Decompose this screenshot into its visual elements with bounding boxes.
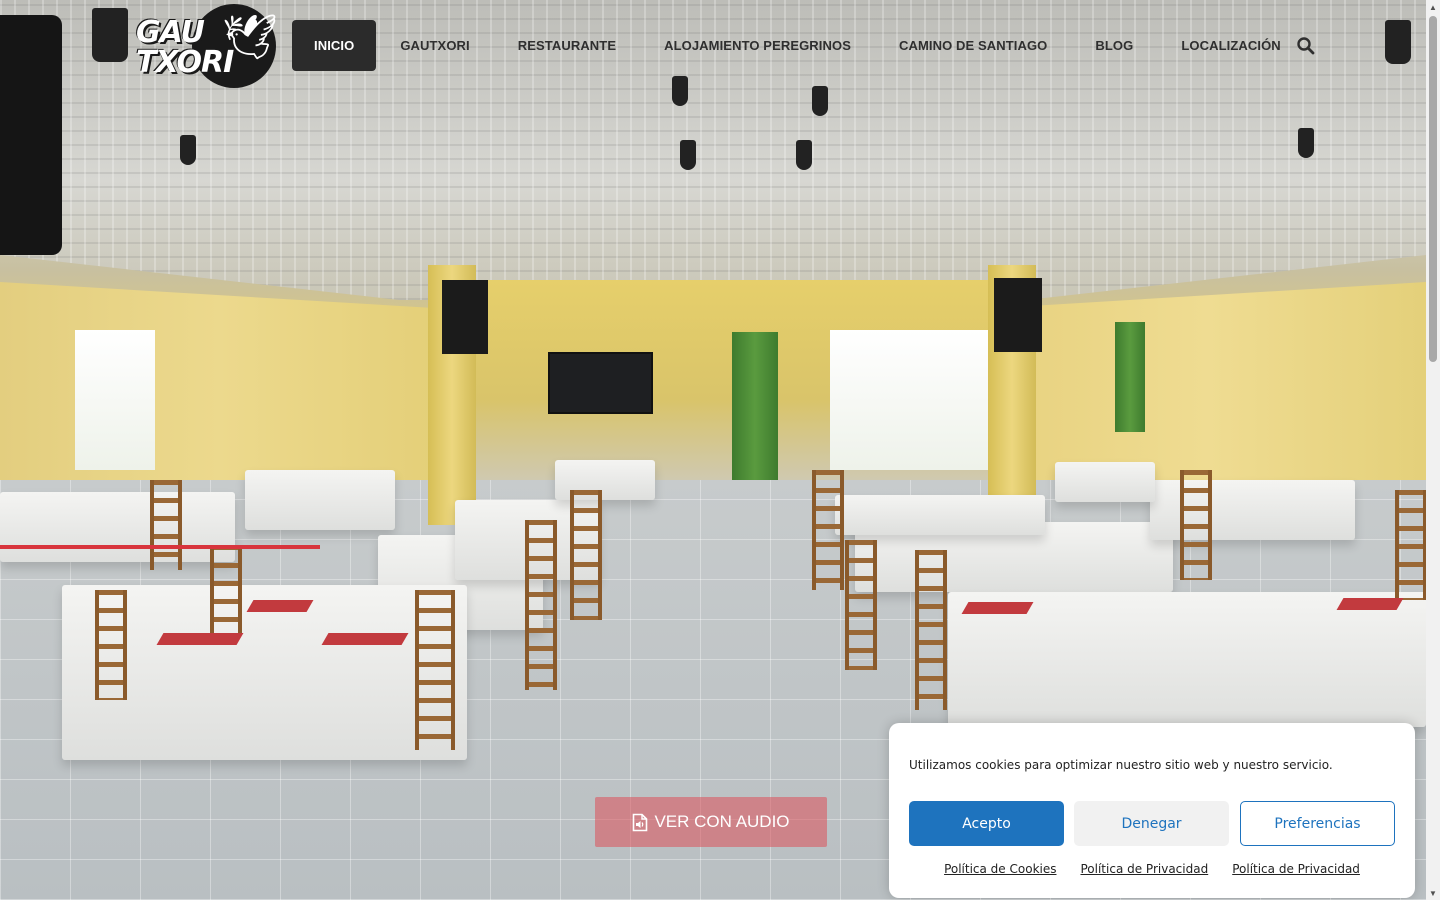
dining-table	[835, 495, 1045, 535]
scroll-down-arrow-icon[interactable]: ▼	[1426, 886, 1440, 900]
chair	[845, 540, 877, 670]
chair	[210, 545, 242, 635]
nav-item-camino-de-santiago[interactable]: CAMINO DE SANTIAGO	[875, 20, 1071, 71]
chair	[525, 520, 557, 690]
nav-item-restaurante[interactable]: RESTAURANTE	[494, 20, 640, 71]
cookie-policy-links: Política de Cookies Política de Privacid…	[889, 862, 1415, 876]
curtain	[732, 332, 778, 480]
window	[75, 330, 155, 470]
logo-text: GAU TXORI	[136, 18, 256, 78]
scroll-up-arrow-icon[interactable]: ▲	[1426, 0, 1440, 14]
cookie-policy-link[interactable]: Política de Cookies	[944, 862, 1056, 876]
site-logo[interactable]: 🕊 GAU TXORI	[136, 2, 286, 88]
cookie-preferences-button[interactable]: Preferencias	[1240, 801, 1395, 846]
cookie-message: Utilizamos cookies para optimizar nuestr…	[909, 758, 1333, 772]
curtain	[1115, 322, 1145, 432]
chair	[1180, 470, 1212, 580]
cookie-consent-banner: Utilizamos cookies para optimizar nuestr…	[889, 723, 1415, 898]
dining-table	[1055, 462, 1155, 502]
chair	[95, 590, 127, 700]
deny-cookies-button[interactable]: Denegar	[1074, 801, 1229, 846]
chair	[150, 480, 182, 570]
search-icon	[1297, 37, 1315, 55]
television	[548, 352, 653, 414]
speaker	[994, 278, 1042, 352]
dining-table	[245, 470, 395, 530]
spotlight	[180, 135, 196, 165]
nav-item-localizacion[interactable]: LOCALIZACIÓN	[1157, 20, 1304, 71]
logo-text-line1: GAU	[136, 15, 205, 50]
privacy-policy-link[interactable]: Política de Privacidad	[1232, 862, 1360, 876]
spotlight	[796, 140, 812, 170]
spotlight	[92, 8, 128, 62]
spotlight	[812, 86, 828, 116]
privacy-policy-link[interactable]: Política de Privacidad	[1080, 862, 1208, 876]
accept-cookies-button[interactable]: Acepto	[909, 801, 1064, 846]
chair	[915, 550, 947, 710]
nav-item-blog[interactable]: BLOG	[1071, 20, 1157, 71]
dining-table	[0, 492, 235, 562]
spotlight	[680, 140, 696, 170]
nav-item-inicio[interactable]: INICIO	[292, 20, 377, 71]
spotlight	[1385, 20, 1411, 64]
red-rope	[0, 545, 320, 549]
nav-item-alojamiento-peregrinos[interactable]: ALOJAMIENTO PEREGRINOS	[640, 20, 875, 71]
chair	[812, 470, 844, 590]
nav-item-gautxori[interactable]: GAUTXORI	[376, 20, 493, 71]
page-scrollbar[interactable]: ▲ ▼	[1426, 0, 1440, 900]
napkin	[1336, 598, 1404, 610]
scrollbar-thumb[interactable]	[1429, 16, 1437, 362]
napkin	[961, 602, 1034, 614]
audio-file-icon	[633, 813, 648, 831]
napkin	[321, 633, 409, 645]
window	[830, 330, 990, 470]
chair	[570, 490, 602, 620]
spotlight	[1298, 128, 1314, 158]
spotlight	[672, 76, 688, 106]
watch-with-audio-button[interactable]: VER CON AUDIO	[595, 797, 827, 847]
chair	[1395, 490, 1426, 600]
main-nav: INICIO GAUTXORI RESTAURANTE ALOJAMIENTO …	[292, 20, 1305, 71]
napkin	[156, 633, 244, 645]
logo-text-line2: TXORI	[136, 45, 234, 80]
napkin	[246, 600, 314, 612]
speaker	[442, 280, 488, 354]
audio-button-label: VER CON AUDIO	[654, 812, 790, 831]
chair	[415, 590, 455, 750]
search-button[interactable]	[1296, 36, 1316, 56]
speaker	[0, 15, 62, 255]
